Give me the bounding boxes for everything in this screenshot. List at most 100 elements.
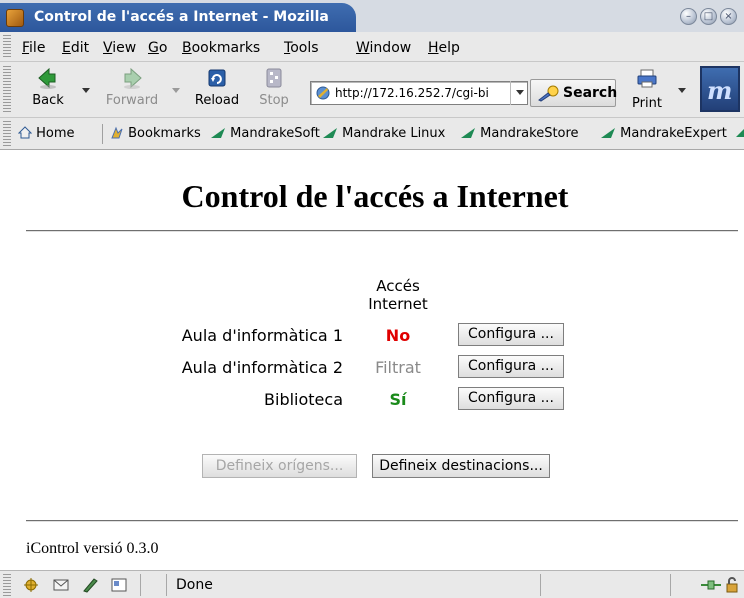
forward-label: Forward xyxy=(105,93,159,108)
page-title: Control de l'accés a Internet xyxy=(181,178,569,214)
bookmark-mandrakesoft[interactable]: MandrakeSoft xyxy=(210,126,320,141)
bookmarks-menu-button[interactable]: Bookmarks xyxy=(110,126,201,141)
mandrake-star-icon xyxy=(461,128,475,138)
minimize-icon[interactable]: – xyxy=(680,8,697,25)
search-icon xyxy=(538,85,559,102)
menu-bookmarks-accel: B xyxy=(182,40,192,56)
stop-button[interactable]: Stop xyxy=(252,68,296,114)
home-icon xyxy=(17,126,33,139)
menu-go[interactable]: Go xyxy=(148,40,167,56)
menu-bookmarks-rest: ookmarks xyxy=(191,40,261,56)
title-tab: Control de l'accés a Internet - Mozilla xyxy=(0,3,356,32)
online-connection-icon[interactable] xyxy=(700,577,722,593)
menu-window-accel: W xyxy=(356,40,370,56)
reload-button[interactable]: Reload xyxy=(188,68,246,114)
composer-icon[interactable] xyxy=(82,577,100,593)
menu-tools-rest: ools xyxy=(290,40,319,56)
status-no: No xyxy=(385,326,411,345)
menu-bar: File Edit View Go Bookmarks Tools Window… xyxy=(0,32,744,62)
security-lock-icon[interactable] xyxy=(724,577,740,593)
navigation-toolbar: Back Forward Reload Stop http://172.16.2… xyxy=(0,62,744,118)
bookmark-label: MandrakeExpert xyxy=(620,126,727,141)
bottom-divider xyxy=(26,520,738,522)
status-progress-panel xyxy=(540,574,670,596)
status-bar: Done xyxy=(0,570,744,598)
row-label-aula-2: Aula d'informàtica 2 xyxy=(181,358,343,377)
bookmarks-separator xyxy=(102,124,103,144)
bookmark-label: MandrakeStore xyxy=(480,126,579,141)
forward-dropdown-icon[interactable] xyxy=(172,88,180,93)
column-header-line2: Internet xyxy=(368,295,428,313)
mail-icon[interactable] xyxy=(52,577,70,593)
bookmarks-toolbar: Home Bookmarks MandrakeSoft Mandrake Lin… xyxy=(0,118,744,150)
status-text: Done xyxy=(176,577,213,593)
configure-button-aula-2[interactable]: Configura ... xyxy=(458,355,564,378)
title-bar: Control de l'accés a Internet - Mozilla … xyxy=(0,0,744,32)
bookmarks-overflow[interactable] xyxy=(736,126,744,142)
forward-button[interactable]: Forward xyxy=(100,68,164,114)
menu-help[interactable]: Help xyxy=(428,40,460,56)
toolbar-grip[interactable] xyxy=(3,35,11,59)
bookmark-label: Mandrake Linux xyxy=(342,126,446,141)
search-label: Search xyxy=(563,85,618,101)
back-dropdown-icon[interactable] xyxy=(82,88,90,93)
toolbar-grip[interactable] xyxy=(3,121,11,147)
define-destinations-button[interactable]: Defineix destinacions... xyxy=(372,454,550,478)
forward-arrow-icon xyxy=(124,68,142,89)
window-title: Control de l'accés a Internet - Mozilla xyxy=(34,9,329,25)
navigator-icon[interactable] xyxy=(22,577,40,593)
menu-edit[interactable]: Edit xyxy=(62,40,89,56)
print-label: Print xyxy=(632,96,662,111)
menu-go-rest: o xyxy=(158,40,168,56)
top-divider xyxy=(26,230,738,232)
menu-view-rest: iew xyxy=(112,40,137,56)
address-book-icon[interactable] xyxy=(110,577,128,593)
home-bookmark[interactable]: Home xyxy=(17,126,75,141)
back-label: Back xyxy=(32,93,64,108)
bookmark-mandrakeexpert[interactable]: MandrakeExpert xyxy=(600,126,727,141)
menu-file[interactable]: File xyxy=(22,40,45,56)
reload-icon xyxy=(208,69,226,87)
mandrake-star-icon xyxy=(601,128,615,138)
configure-button-aula-1[interactable]: Configura ... xyxy=(458,323,564,346)
mozilla-app-icon xyxy=(6,9,24,27)
bookmark-mandrakestore[interactable]: MandrakeStore xyxy=(460,126,579,141)
menu-tools[interactable]: Tools xyxy=(284,40,319,56)
status-panel xyxy=(670,574,690,596)
bookmark-mandrake-linux[interactable]: Mandrake Linux xyxy=(322,126,445,141)
print-dropdown-icon[interactable] xyxy=(678,88,686,93)
maximize-icon[interactable]: □ xyxy=(700,8,717,25)
bookmarks-icon xyxy=(111,126,123,139)
reload-label: Reload xyxy=(194,93,240,108)
bookmarks-label: Bookmarks xyxy=(128,126,201,141)
menu-help-rest: elp xyxy=(438,40,460,56)
site-icon xyxy=(316,86,330,100)
url-text: http://172.16.252.7/cgi-bi xyxy=(335,86,489,100)
url-input[interactable]: http://172.16.252.7/cgi-bi xyxy=(310,81,528,105)
footer-version: iControl versió 0.3.0 xyxy=(26,540,159,557)
stop-icon xyxy=(266,68,282,88)
menu-window-rest: indow xyxy=(369,40,412,56)
menu-window[interactable]: Window xyxy=(356,40,411,56)
mandrake-throbber-logo[interactable]: m xyxy=(700,66,740,112)
status-separator xyxy=(166,574,167,596)
row-label-biblioteca: Biblioteca xyxy=(264,390,343,409)
search-button[interactable]: Search xyxy=(530,79,618,107)
status-filtrat: Filtrat xyxy=(375,358,421,377)
toolbar-grip[interactable] xyxy=(3,66,11,114)
row-label-aula-1: Aula d'informàtica 1 xyxy=(181,326,343,345)
define-origins-button[interactable]: Defineix orígens... xyxy=(202,454,357,478)
close-icon[interactable]: × xyxy=(720,8,737,25)
menu-file-rest: ile xyxy=(29,40,46,56)
menu-view-accel: V xyxy=(103,40,113,56)
url-dropdown-icon[interactable] xyxy=(510,81,528,105)
statusbar-grip[interactable] xyxy=(3,574,11,596)
back-button[interactable]: Back xyxy=(26,68,70,114)
print-button[interactable]: Print xyxy=(626,68,668,114)
menu-view[interactable]: View xyxy=(103,40,136,56)
menu-bookmarks[interactable]: Bookmarks xyxy=(182,40,260,56)
configure-button-biblioteca[interactable]: Configura ... xyxy=(458,387,564,410)
status-separator xyxy=(140,574,141,596)
menu-help-accel: H xyxy=(428,40,439,56)
menu-edit-rest: dit xyxy=(70,40,90,56)
